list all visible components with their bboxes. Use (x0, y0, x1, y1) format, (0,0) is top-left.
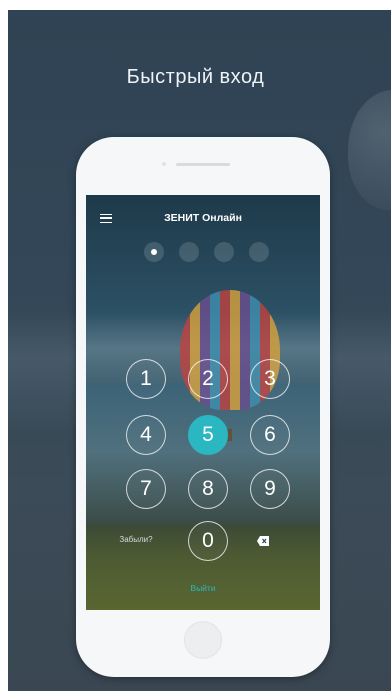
phone-home-button (184, 621, 222, 659)
key-1[interactable]: 1 (126, 359, 166, 399)
pin-indicator (144, 242, 274, 262)
key-7[interactable]: 7 (126, 469, 166, 509)
pin-dot-2 (179, 242, 199, 262)
pin-dot-1 (144, 242, 164, 262)
key-2[interactable]: 2 (188, 359, 228, 399)
app-screen: ЗЕНИТ Онлайн 1 2 3 4 5 6 7 8 9 Забыли? 0 (86, 195, 320, 610)
key-4[interactable]: 4 (126, 415, 166, 455)
key-6[interactable]: 6 (250, 415, 290, 455)
key-3[interactable]: 3 (250, 359, 290, 399)
phone-frame: ЗЕНИТ Онлайн 1 2 3 4 5 6 7 8 9 Забыли? 0 (76, 137, 330, 677)
key-9[interactable]: 9 (250, 469, 290, 509)
logout-button[interactable]: Выйти (86, 583, 320, 593)
forgot-pin-link[interactable]: Забыли? (111, 535, 161, 544)
key-0[interactable]: 0 (188, 521, 228, 561)
key-5[interactable]: 5 (188, 415, 228, 455)
backspace-icon[interactable] (257, 536, 269, 546)
pin-dot-4 (249, 242, 269, 262)
promo-headline: Быстрый вход (126, 66, 265, 88)
app-title: ЗЕНИТ Онлайн (164, 212, 242, 224)
phone-speaker (176, 163, 230, 166)
promo-background: Быстрый вход ЗЕНИТ Онлайн 1 2 3 4 5 6 7 (8, 10, 391, 691)
phone-camera (162, 162, 166, 166)
background-balloon (348, 90, 391, 210)
key-8[interactable]: 8 (188, 469, 228, 509)
pin-dot-3 (214, 242, 234, 262)
